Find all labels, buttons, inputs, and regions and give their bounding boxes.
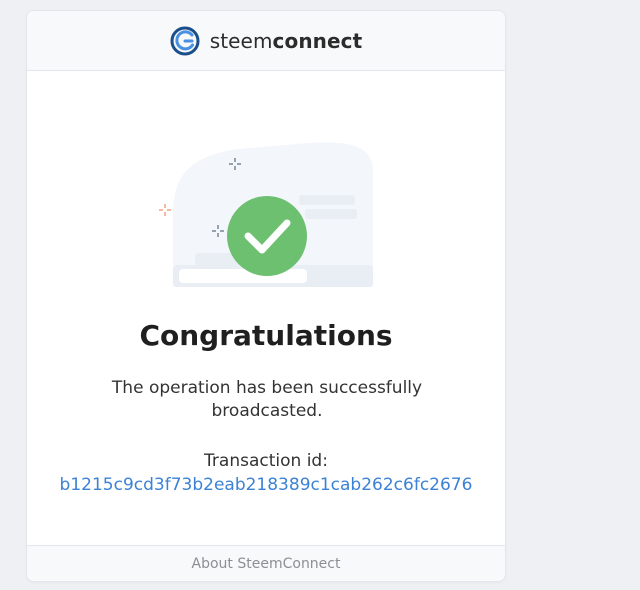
brand-logo: steemconnect: [170, 26, 363, 56]
header: steemconnect: [27, 11, 505, 71]
success-checkmark-icon: [227, 196, 307, 276]
success-illustration: [159, 142, 373, 287]
card: steemconnect Congratulations The operati…: [26, 10, 506, 582]
sparkle-icon: [159, 204, 171, 216]
about-steemconnect-link[interactable]: About SteemConnect: [192, 556, 341, 572]
transaction-id-label: Transaction id:: [204, 451, 328, 471]
brand-name-light: steem: [209, 28, 273, 53]
page-title: Congratulations: [139, 319, 393, 352]
footer: About SteemConnect: [27, 545, 505, 581]
transaction-id-link[interactable]: b1215c9cd3f73b2eab218389c1cab262c6fc2676: [27, 475, 505, 495]
brand-name-bold: connect: [272, 28, 363, 53]
success-message: The operation has been successfully broa…: [111, 378, 423, 421]
steemconnect-logo-icon: [170, 26, 200, 55]
